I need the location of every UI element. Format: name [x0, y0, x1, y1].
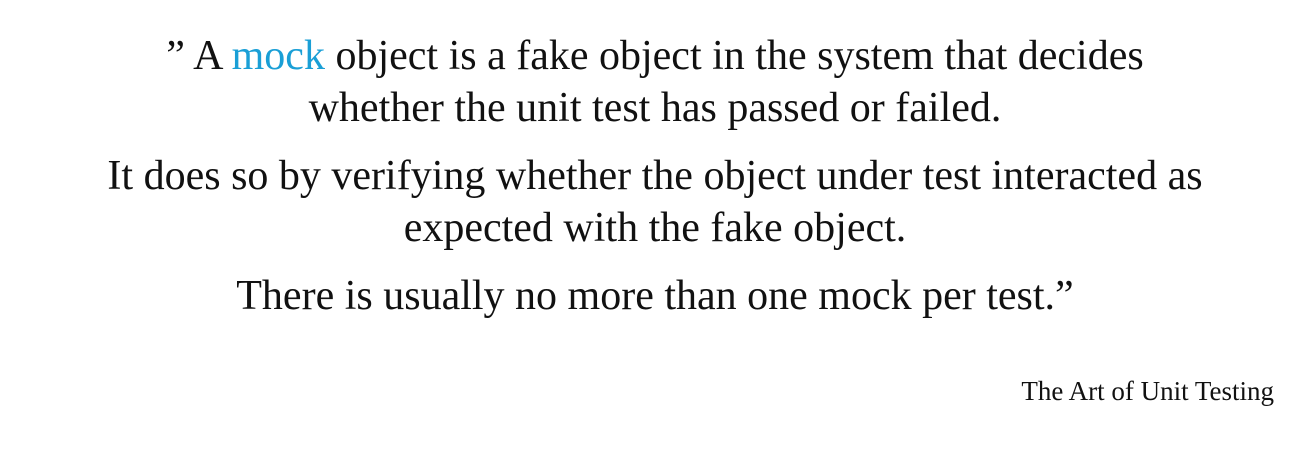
quote-line-5: There is usually no more than one mock p… [236, 273, 1074, 319]
quote-paragraph-3: There is usually no more than one mock p… [0, 270, 1310, 322]
highlight-term: mock [231, 33, 325, 79]
quote-line-4: expected with the fake object. [403, 205, 907, 251]
quote-line-3: It does so by verifying whether the obje… [107, 153, 1203, 199]
quote-source: The Art of Unit Testing [1021, 376, 1274, 406]
quote-line-1-rest: object is a fake object in the system th… [324, 33, 1144, 79]
quote-open-mark: ” A [166, 33, 232, 79]
quote-paragraph-1: ” A mock object is a fake object in the … [0, 30, 1310, 134]
quote-paragraph-2: It does so by verifying whether the obje… [0, 150, 1310, 254]
quote-block: ” A mock object is a fake object in the … [0, 30, 1310, 322]
quote-line-2: whether the unit test has passed or fail… [308, 85, 1002, 131]
